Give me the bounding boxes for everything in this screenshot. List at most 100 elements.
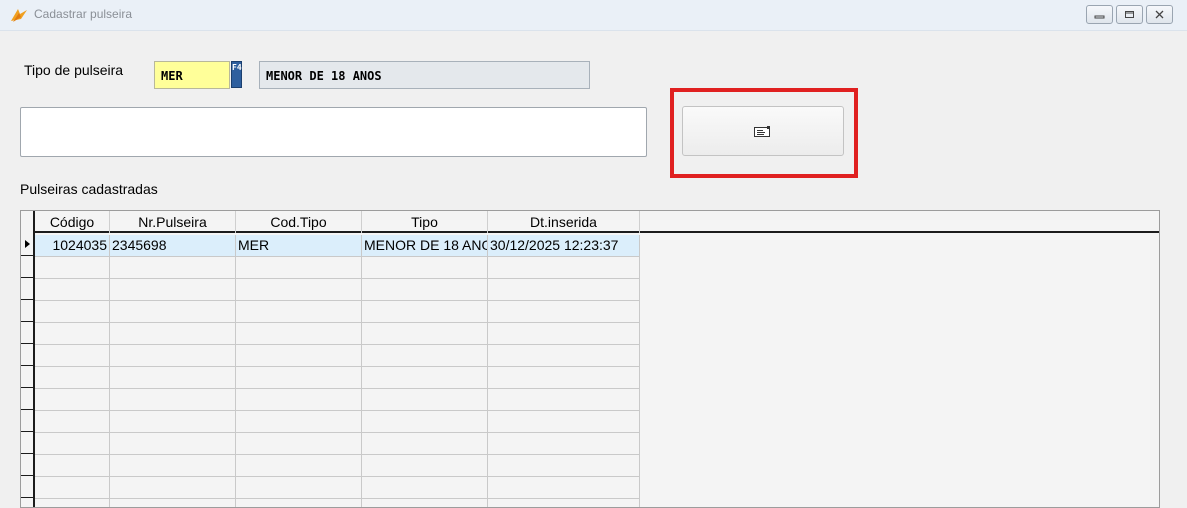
row-indicator-column xyxy=(21,211,35,507)
column-header-codigo[interactable]: Código xyxy=(35,211,110,233)
card-insert-icon xyxy=(754,125,770,137)
empty-cell xyxy=(236,455,362,477)
empty-cell xyxy=(110,411,236,433)
empty-cell xyxy=(488,301,640,323)
empty-cell xyxy=(110,455,236,477)
cell-nr-pulseira: 2345698 xyxy=(110,235,236,257)
empty-cell xyxy=(110,279,236,301)
empty-cell xyxy=(236,301,362,323)
cell-codigo: 1024035 xyxy=(35,235,110,257)
restore-icon[interactable] xyxy=(1116,5,1143,24)
grid-title: Pulseiras cadastradas xyxy=(20,181,158,197)
empty-cell xyxy=(362,477,488,499)
empty-cell xyxy=(110,257,236,279)
empty-cell xyxy=(362,389,488,411)
table-row[interactable]: 1024035 2345698 MER MENOR DE 18 ANOS 30/… xyxy=(35,235,640,257)
empty-cell xyxy=(236,323,362,345)
empty-cell xyxy=(35,433,110,455)
empty-cell xyxy=(362,323,488,345)
empty-table-row[interactable] xyxy=(35,257,640,279)
empty-table-row[interactable] xyxy=(35,433,640,455)
empty-table-row[interactable] xyxy=(35,279,640,301)
empty-cell xyxy=(362,257,488,279)
empty-cell xyxy=(110,389,236,411)
empty-cell xyxy=(35,455,110,477)
empty-cell xyxy=(236,367,362,389)
empty-cell xyxy=(488,433,640,455)
window-title: Cadastrar pulseira xyxy=(34,7,133,21)
empty-cell xyxy=(488,279,640,301)
empty-cell xyxy=(362,433,488,455)
empty-cell xyxy=(236,345,362,367)
app-logo-icon xyxy=(11,9,27,22)
empty-cell xyxy=(35,499,110,507)
empty-cell xyxy=(236,477,362,499)
f4-lookup-button[interactable]: F4 xyxy=(231,61,242,88)
empty-cell xyxy=(110,477,236,499)
empty-cell xyxy=(362,499,488,507)
empty-cell xyxy=(362,411,488,433)
empty-cell xyxy=(110,499,236,507)
pulseiras-grid[interactable]: Código Nr.Pulseira Cod.Tipo Tipo Dt.inse… xyxy=(20,210,1160,508)
empty-cell xyxy=(362,301,488,323)
empty-table-row[interactable] xyxy=(35,411,640,433)
empty-table-row[interactable] xyxy=(35,499,640,507)
empty-cell xyxy=(488,477,640,499)
column-header-cod-tipo[interactable]: Cod.Tipo xyxy=(236,211,362,233)
empty-cell xyxy=(236,389,362,411)
register-card-button[interactable] xyxy=(682,106,844,156)
window-controls xyxy=(1086,5,1173,24)
grid-header: Código Nr.Pulseira Cod.Tipo Tipo Dt.inse… xyxy=(35,211,1159,233)
column-header-nr-pulseira[interactable]: Nr.Pulseira xyxy=(110,211,236,233)
cell-cod-tipo: MER xyxy=(236,235,362,257)
empty-cell xyxy=(110,345,236,367)
empty-cell xyxy=(35,301,110,323)
empty-cell xyxy=(110,367,236,389)
empty-cell xyxy=(488,455,640,477)
empty-cell xyxy=(488,389,640,411)
empty-cell xyxy=(362,279,488,301)
empty-cell xyxy=(236,499,362,507)
close-icon[interactable] xyxy=(1146,5,1173,24)
empty-cell xyxy=(362,455,488,477)
empty-cell xyxy=(236,411,362,433)
column-header-tipo[interactable]: Tipo xyxy=(362,211,488,233)
tipo-code-input[interactable]: MER xyxy=(154,61,230,89)
empty-table-row[interactable] xyxy=(35,323,640,345)
title-bar: Cadastrar pulseira xyxy=(0,0,1187,31)
current-row-arrow-icon xyxy=(25,240,30,248)
empty-cell xyxy=(488,499,640,507)
empty-cell xyxy=(110,433,236,455)
empty-cell xyxy=(488,257,640,279)
empty-cell xyxy=(362,345,488,367)
empty-cell xyxy=(35,411,110,433)
cell-tipo: MENOR DE 18 ANOS xyxy=(362,235,488,257)
empty-cell xyxy=(35,367,110,389)
empty-cell xyxy=(35,389,110,411)
empty-cell xyxy=(488,411,640,433)
cell-dt-inserida: 30/12/2025 12:23:37 xyxy=(488,235,640,257)
f4-lookup-label: F4 xyxy=(232,63,242,72)
empty-cell xyxy=(488,323,640,345)
pulseira-text-input[interactable] xyxy=(20,107,647,157)
column-header-dt-inserida[interactable]: Dt.inserida xyxy=(488,211,640,233)
empty-cell xyxy=(35,477,110,499)
empty-table-row[interactable] xyxy=(35,367,640,389)
empty-table-row[interactable] xyxy=(35,455,640,477)
empty-cell xyxy=(110,301,236,323)
empty-table-row[interactable] xyxy=(35,301,640,323)
empty-cell xyxy=(35,323,110,345)
empty-cell xyxy=(488,345,640,367)
empty-cell xyxy=(362,367,488,389)
empty-cell xyxy=(488,367,640,389)
tipo-description-field: MENOR DE 18 ANOS xyxy=(259,61,590,89)
empty-cell xyxy=(35,279,110,301)
empty-table-row[interactable] xyxy=(35,389,640,411)
empty-cell xyxy=(236,257,362,279)
empty-table-row[interactable] xyxy=(35,345,640,367)
empty-cell xyxy=(35,257,110,279)
empty-cell xyxy=(110,323,236,345)
minimize-icon[interactable] xyxy=(1086,5,1113,24)
empty-table-row[interactable] xyxy=(35,477,640,499)
tipo-pulseira-label: Tipo de pulseira xyxy=(24,62,124,78)
